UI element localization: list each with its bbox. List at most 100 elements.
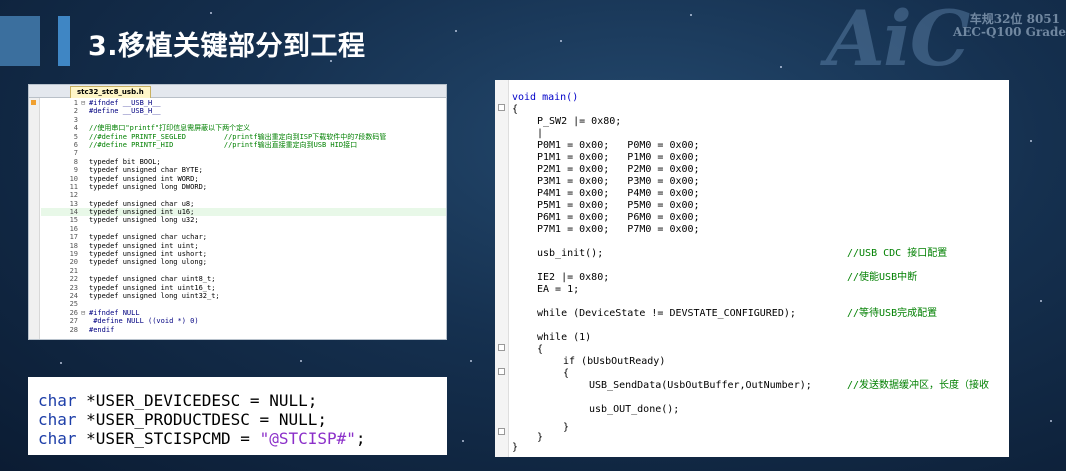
code-line: P_SW2 |= 0x80; [537,116,622,127]
editor-tab-bar: stc32_stc8_usb.h [29,85,446,98]
title-accent-bar [58,16,70,66]
snippet-declaration: *USER_STCISPCMD = [76,429,260,448]
line-number: 5 [73,132,78,141]
background-star [780,66,782,68]
code-line: 5 //#define PRINTF_SEGLED //printf输出重定向到I… [41,133,446,141]
code-line: 16 [41,225,446,233]
line-number: 1 [73,99,78,107]
fold-toggle-icon[interactable] [498,428,505,435]
line-number: 3 [73,115,78,124]
logo-wordmark: AiC [826,0,970,83]
line-number: 16 [69,224,78,233]
line-number: 11 [69,182,78,191]
code-line: { [563,368,570,379]
code-line: 13 typedef unsigned char u8; [41,200,446,208]
background-star [1040,300,1042,302]
code-line: 6 //#define PRINTF_HID //printf输出直接重定向到US… [41,141,446,149]
line-number: 4 [73,124,78,133]
code-text: typedef unsigned long uint32_t; [89,291,220,300]
code-line: 12 [41,191,446,199]
code-line: while (1) [537,332,592,343]
snippet-line: char *USER_DEVICEDESC = NULL; [38,391,447,410]
background-star [1030,140,1032,142]
code-text: typedef unsigned int uint16_t; [89,283,216,292]
code-text: //#define PRINTF_SEGLED //printf输出重定向到IS… [89,132,387,141]
code-line: while (DeviceState != DEVSTATE_CONFIGURE… [537,308,796,319]
code-line: usb_init(); [537,248,604,259]
logo-line-2: AEC-Q100 Grade [952,25,1066,39]
line-number: 21 [69,266,78,275]
line-number: 10 [69,174,78,183]
line-number: 26 [69,308,78,317]
background-star [1050,420,1052,422]
text-cursor: | [537,128,544,139]
code-line: 4 //使用串口"printf"打印信息需屏蔽以下两个定义 [41,124,446,132]
code-line: 3 [41,116,446,124]
code-text: typedef unsigned long DWORD; [89,182,208,191]
editor-gutter [495,80,509,457]
line-number: 15 [69,216,78,225]
code-text: #ifndef NULL [89,308,140,317]
code-line: { [512,104,519,115]
fold-marker-icon[interactable]: ⊟ [81,309,89,317]
port-config-line: P1M1 = 0x00; P1M0 = 0x00; [537,152,700,163]
code-lines: 1 ⊟ #ifndef __USB_H__ 2 #define __USB_H__ 3 4/… [41,99,446,334]
line-number: 24 [69,291,78,300]
fold-toggle-icon[interactable] [498,104,505,111]
line-number: 7 [73,149,78,158]
port-config-line: P4M1 = 0x00; P4M0 = 0x00; [537,188,700,199]
code-line: 11 typedef unsigned long DWORD; [41,183,446,191]
header-file-editor: stc32_stc8_usb.h 1 ⊟ #ifndef __USB_H__ 2 #de… [28,84,447,340]
code-line: 7 [41,149,446,157]
port-config-line: P6M1 = 0x00; P6M0 = 0x00; [537,212,700,223]
port-config-line: P2M1 = 0x00; P2M0 = 0x00; [537,164,700,175]
code-line: EA = 1; [537,284,580,295]
code-comment: //等待USB完成配置 [847,308,938,319]
snippet-keyword: char [38,391,77,410]
code-line: 24 typedef unsigned long uint32_t; [41,292,446,300]
background-star [560,40,562,42]
line-number: 27 [69,317,78,326]
file-tab[interactable]: stc32_stc8_usb.h [70,86,151,98]
code-text: typedef unsigned char uchar; [89,233,208,242]
fold-marker-icon[interactable]: ⊟ [81,99,89,107]
code-text: typedef unsigned char uint8_t; [89,275,216,284]
snippet-terminator: ; [355,429,366,448]
background-star [690,14,692,16]
line-number: 19 [69,250,78,259]
code-line: 1 ⊟ #ifndef __USB_H__ [41,99,446,107]
code-line: IE2 |= 0x80; [537,272,610,283]
background-star [300,360,302,362]
code-text: typedef unsigned long ulong; [89,258,208,267]
code-line: 19 typedef unsigned int ushort; [41,250,446,258]
line-number: 14 [69,208,78,217]
snippet-line: char *USER_PRODUCTDESC = NULL; [38,410,447,429]
code-comment: //使能USB中断 [847,272,918,283]
editor-gutter [29,98,40,339]
line-number: 13 [69,199,78,208]
code-text: //使用串口"printf"打印信息需屏蔽以下两个定义 [89,124,251,133]
slide-title: 3.移植关键部分到工程 [88,31,366,62]
snippet-declaration: *USER_DEVICEDESC = NULL; [76,391,318,410]
code-line: if (bUsbOutReady) [563,356,666,367]
code-line: 26 ⊟ #ifndef NULL [41,309,446,317]
line-number: 18 [69,241,78,250]
snippet-string: "@STCISP#" [259,429,356,448]
code-line: 25 [41,300,446,308]
code-line: USB_SendData(UsbOutBuffer,OutNumber); [589,380,812,391]
code-line: 9 typedef unsigned char BYTE; [41,166,446,174]
line-number: 8 [73,157,78,166]
fold-toggle-icon[interactable] [498,344,505,351]
code-text: typedef unsigned int WORD; [89,174,199,183]
snippet-line: char *USER_STCISPCMD = "@STCISP#"; [38,429,447,448]
snippet-declaration: *USER_PRODUCTDESC = NULL; [76,410,327,429]
snippet-keyword: char [38,429,77,448]
code-line: 14 typedef unsigned int u16; [41,208,446,217]
line-number: 28 [69,325,78,334]
main-signature: void main() [512,92,579,103]
code-line: } [563,422,570,433]
line-number: 20 [69,258,78,267]
fold-toggle-icon[interactable] [498,368,505,375]
code-line: usb_OUT_done(); [589,404,680,415]
line-number: 22 [69,275,78,284]
